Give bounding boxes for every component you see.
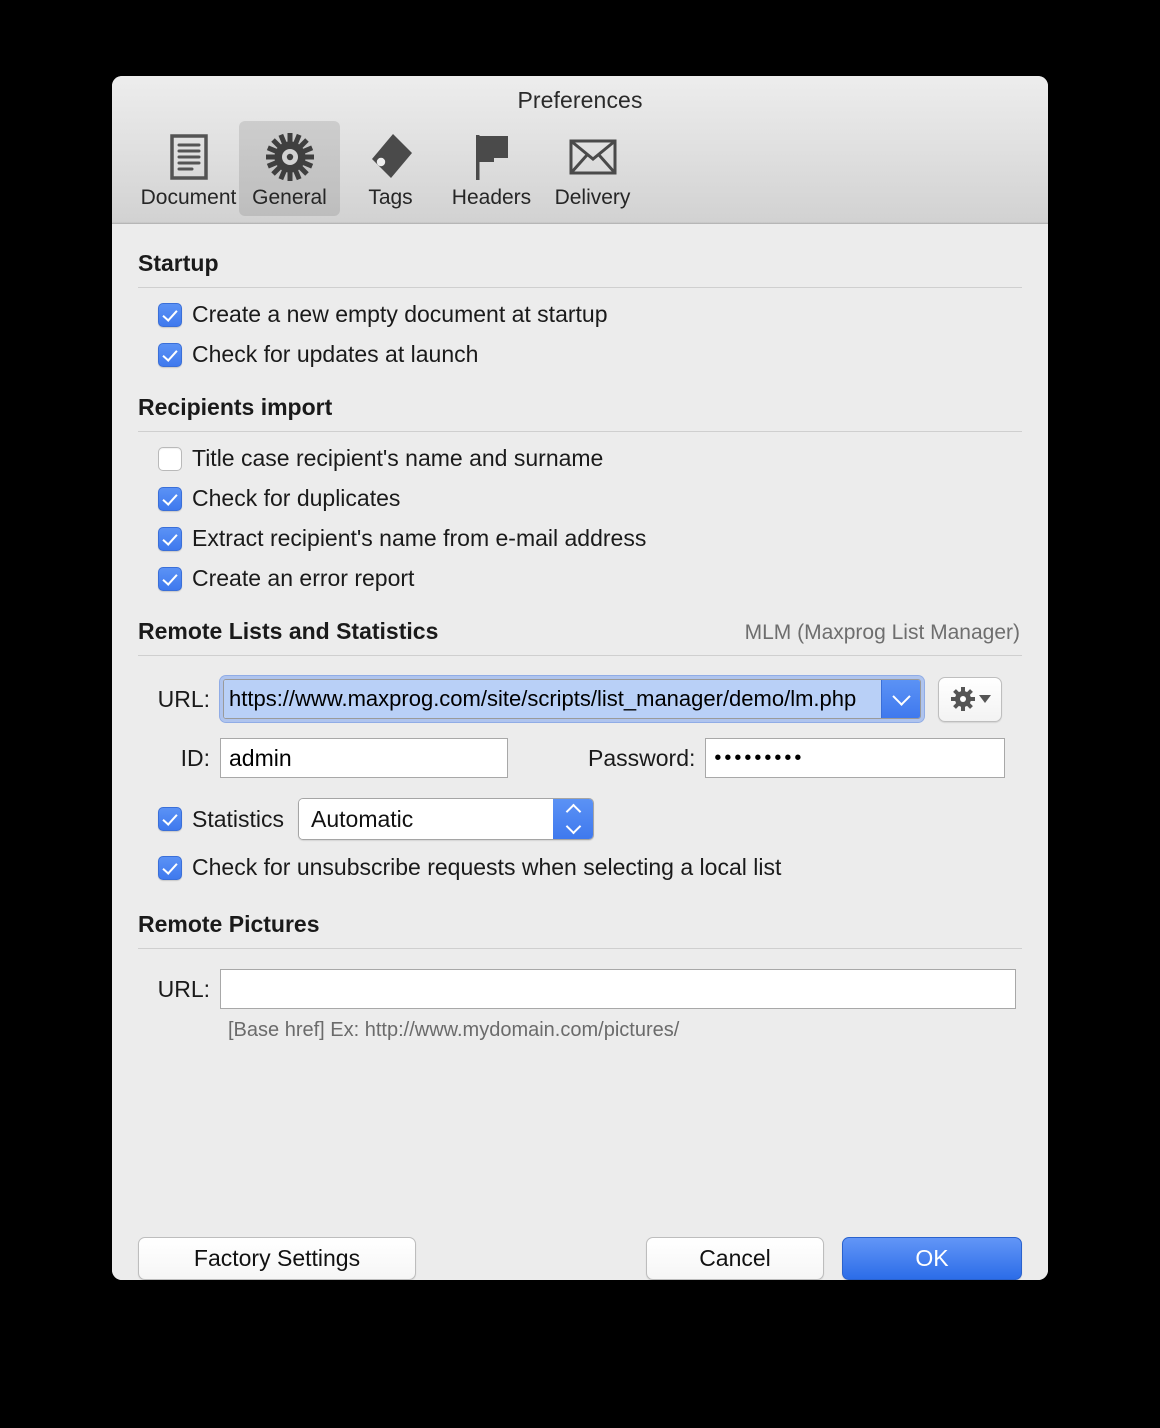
- section-header-startup: Startup: [138, 250, 1022, 277]
- toolbar-label-general: General: [252, 186, 327, 209]
- checkbox-statistics[interactable]: [158, 807, 182, 831]
- toolbar-item-tags[interactable]: Tags: [340, 121, 441, 216]
- divider-remote-pictures: [138, 948, 1022, 949]
- gear-icon: [950, 687, 975, 711]
- pictures-url-hint: [Base href] Ex: http://www.mydomain.com/…: [228, 1019, 680, 1041]
- remote-url-row: URL: https://www.maxprog.com/site/script…: [138, 676, 1022, 722]
- chevron-up-icon: [565, 803, 581, 820]
- checkbox-label-check-updates: Check for updates at launch: [192, 341, 479, 367]
- section-title-remote-pictures: Remote Pictures: [138, 911, 320, 937]
- checkbox-label-unsubscribe: Check for unsubscribe requests when sele…: [192, 854, 782, 880]
- toolbar-label-document: Document: [140, 186, 237, 209]
- factory-settings-button[interactable]: Factory Settings: [138, 1237, 416, 1280]
- toolbar-item-document[interactable]: Document: [138, 121, 239, 216]
- remote-url-dropdown-button[interactable]: [881, 680, 920, 718]
- statistics-row: Statistics Automatic: [158, 798, 1022, 840]
- checkbox-label-check-duplicates: Check for duplicates: [192, 485, 401, 511]
- ok-button[interactable]: OK: [842, 1237, 1022, 1280]
- chevron-down-icon: [565, 818, 581, 835]
- preferences-window: Preferences Document General Tags Header…: [112, 76, 1048, 1280]
- toolbar: Document General Tags Headers Delivery: [138, 121, 643, 216]
- checkbox-error-report[interactable]: [158, 566, 182, 591]
- checkbox-title-case[interactable]: [158, 446, 182, 471]
- chevron-down-icon: [891, 686, 911, 706]
- checkbox-label-title-case: Title case recipient's name and surname: [192, 445, 604, 471]
- toolbar-item-headers[interactable]: Headers: [441, 121, 542, 216]
- pictures-url-label: URL:: [157, 975, 210, 1002]
- checkbox-extract-name[interactable]: [158, 526, 182, 551]
- dialog-buttons: Factory Settings Cancel OK: [138, 1237, 1022, 1280]
- checkbox-unsubscribe[interactable]: [158, 855, 182, 880]
- window-title: Preferences: [517, 87, 643, 113]
- toolbar-item-delivery[interactable]: Delivery: [542, 121, 643, 216]
- remote-credentials-row: ID: admin Password: •••••••••: [138, 738, 1022, 778]
- remote-url-combobox[interactable]: https://www.maxprog.com/site/scripts/lis…: [220, 676, 924, 722]
- remote-url-input[interactable]: https://www.maxprog.com/site/scripts/lis…: [224, 680, 881, 718]
- remote-password-label: Password:: [588, 744, 696, 771]
- checkbox-row-check-updates[interactable]: Check for updates at launch: [158, 341, 1022, 368]
- remote-url-label: URL:: [157, 685, 210, 712]
- checkbox-check-duplicates[interactable]: [158, 486, 182, 511]
- toolbar-item-general[interactable]: General: [239, 121, 340, 216]
- section-title-remote-lists: Remote Lists and Statistics: [138, 618, 439, 644]
- divider-remote-lists: [138, 655, 1022, 656]
- remote-password-input[interactable]: •••••••••: [705, 738, 1006, 778]
- checkbox-create-new-document[interactable]: [158, 302, 182, 327]
- flag-icon: [470, 131, 514, 183]
- preferences-content: Startup Create a new empty document at s…: [112, 250, 1048, 1280]
- remote-id-label: ID:: [180, 744, 210, 771]
- cancel-button[interactable]: Cancel: [646, 1237, 824, 1280]
- section-title-startup: Startup: [138, 250, 219, 276]
- statistics-popup-arrows[interactable]: [553, 799, 594, 839]
- checkbox-label-statistics: Statistics: [192, 805, 285, 832]
- section-title-recipients-import: Recipients import: [138, 394, 333, 420]
- section-header-remote-lists: Remote Lists and Statistics MLM (Maxprog…: [138, 618, 1022, 645]
- statistics-popup-value: Automatic: [299, 799, 554, 839]
- triangle-down-icon: [978, 695, 991, 703]
- checkbox-row-error-report[interactable]: Create an error report: [158, 565, 1022, 592]
- pictures-url-input[interactable]: [220, 969, 1016, 1009]
- titlebar: Preferences Document General Tags Header…: [112, 76, 1048, 224]
- document-icon: [168, 131, 210, 183]
- section-header-recipients-import: Recipients import: [138, 394, 1022, 421]
- statistics-popup-button[interactable]: Automatic: [298, 798, 595, 840]
- toolbar-label-headers: Headers: [451, 186, 532, 209]
- checkbox-label-extract-name: Extract recipient's name from e-mail add…: [192, 525, 647, 551]
- remote-url-combo-inner: https://www.maxprog.com/site/scripts/lis…: [223, 679, 921, 719]
- remote-id-input[interactable]: admin: [220, 738, 508, 778]
- divider-recipients-import: [138, 431, 1022, 432]
- divider-startup: [138, 287, 1022, 288]
- section-header-remote-pictures: Remote Pictures: [138, 911, 1022, 938]
- section-note-mlm: MLM (Maxprog List Manager): [744, 621, 1020, 644]
- checkbox-row-extract-name[interactable]: Extract recipient's name from e-mail add…: [158, 525, 1022, 552]
- checkbox-row-unsubscribe[interactable]: Check for unsubscribe requests when sele…: [158, 854, 1022, 881]
- envelope-icon: [568, 131, 618, 183]
- toolbar-label-delivery: Delivery: [554, 186, 631, 209]
- checkbox-row-check-duplicates[interactable]: Check for duplicates: [158, 485, 1022, 512]
- tag-icon: [368, 131, 414, 183]
- pictures-url-row: URL:: [138, 969, 1022, 1009]
- checkbox-label-create-new-document: Create a new empty document at startup: [192, 301, 608, 327]
- remote-url-actions-button[interactable]: [938, 676, 1002, 722]
- gear-icon: [265, 131, 315, 183]
- checkbox-label-error-report: Create an error report: [192, 565, 415, 591]
- checkbox-row-title-case[interactable]: Title case recipient's name and surname: [158, 445, 1022, 472]
- toolbar-label-tags: Tags: [368, 186, 413, 209]
- checkbox-row-create-new-document[interactable]: Create a new empty document at startup: [158, 301, 1022, 328]
- checkbox-check-updates[interactable]: [158, 342, 182, 367]
